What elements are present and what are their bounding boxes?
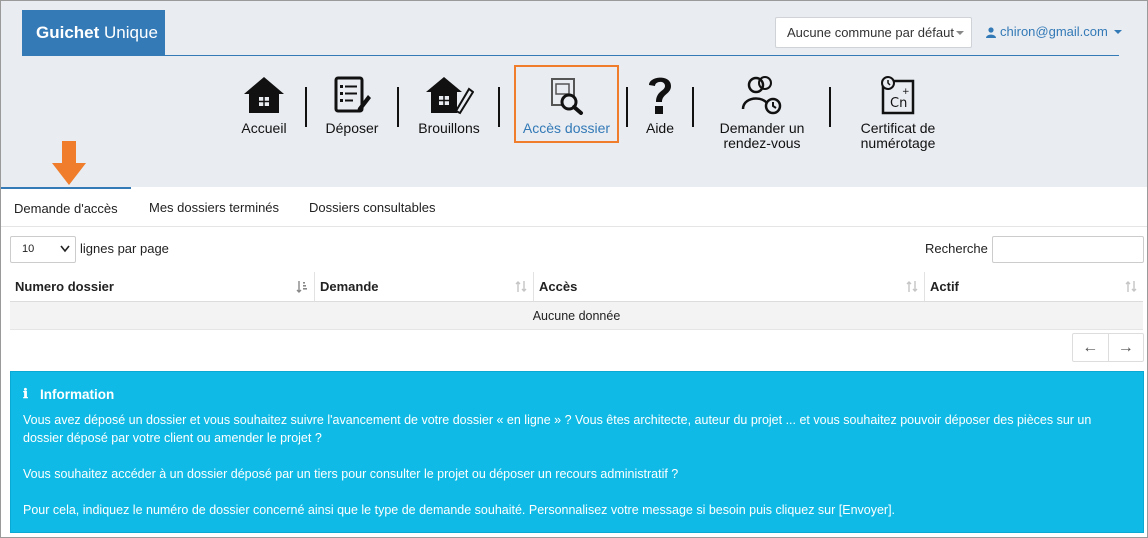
nav-separator <box>829 87 831 127</box>
info-title-text: Information <box>39 386 115 402</box>
nav-separator <box>305 87 307 127</box>
nav-label-line2: rendez-vous <box>723 135 801 151</box>
header-divider <box>22 55 1119 56</box>
page-length-select[interactable]: 10 <box>10 236 76 263</box>
column-header-label: Numero dossier <box>15 279 114 294</box>
nav-label: Aide <box>645 120 675 136</box>
user-icon <box>986 26 996 38</box>
nav-label-line1: Certificat de <box>860 120 936 136</box>
sort-both-icon <box>1125 281 1137 292</box>
house-pen-icon <box>426 77 474 115</box>
nav-deposer[interactable]: Déposer <box>323 71 381 136</box>
nav-separator <box>692 87 694 127</box>
nav-label: Brouillons <box>418 120 480 136</box>
caret-down-icon <box>956 31 964 35</box>
caret-down-icon <box>1113 30 1122 34</box>
question-mark-icon <box>649 77 671 114</box>
nav-acces-dossier[interactable]: Accès dossier <box>516 71 617 136</box>
sort-asc-icon <box>296 281 307 293</box>
nav-separator <box>397 87 399 127</box>
nav-accueil[interactable]: Accueil <box>239 71 289 136</box>
svg-text:+: + <box>902 87 910 97</box>
info-title: ℹ Information <box>23 386 1131 402</box>
commune-select[interactable]: Aucune commune par défaut <box>775 17 972 48</box>
info-paragraph-3: Pour cela, indiquez le numéro de dossier… <box>23 503 896 517</box>
nav-label: Déposer <box>325 120 379 136</box>
chevron-down-icon <box>60 245 70 253</box>
column-header-label: Accès <box>539 279 578 294</box>
folder-search-icon <box>550 78 583 115</box>
column-header-label: Actif <box>930 279 959 294</box>
column-header-actif[interactable]: Actif <box>925 272 1143 301</box>
user-email: chiron@gmail.com <box>1000 24 1108 39</box>
column-header-numero[interactable]: Numero dossier <box>10 272 315 301</box>
svg-text:Cn: Cn <box>890 96 907 111</box>
sort-both-icon <box>906 281 918 292</box>
orange-arrow-down-icon <box>52 141 86 185</box>
user-menu[interactable]: chiron@gmail.com <box>986 24 1122 40</box>
brand-rest: Unique <box>104 23 158 42</box>
prev-page-button[interactable]: ← <box>1073 334 1109 361</box>
pagination: ← → <box>1072 333 1144 362</box>
page-length-value: 10 <box>22 243 35 255</box>
column-header-acces[interactable]: Accès <box>534 272 925 301</box>
people-clock-icon <box>741 76 782 115</box>
table-header: Numero dossier Demande Accès Actif <box>10 272 1143 302</box>
tab-dossiers-consultables[interactable]: Dossiers consultables <box>296 187 448 227</box>
empty-table-row: Aucune donnée <box>10 302 1143 330</box>
info-paragraph-2: Vous souhaitez accéder à un dossier dépo… <box>23 467 679 481</box>
brand-bold: Guichet <box>36 23 100 42</box>
nav-label: Accès dossier <box>522 120 611 136</box>
search-label: Recherche <box>925 241 988 256</box>
column-header-label: Demande <box>320 279 379 294</box>
nav-label: Accueil <box>241 120 287 136</box>
commune-select-value: Aucune commune par défaut <box>787 25 954 40</box>
requests-table: Numero dossier Demande Accès Actif Aucun… <box>10 272 1143 330</box>
brand-logo[interactable]: Guichet Unique <box>22 10 165 55</box>
nav-label-line1: Demander un <box>719 120 805 136</box>
info-paragraph-1: Vous avez déposé un dossier et vous souh… <box>23 413 1092 445</box>
app-window: Guichet Unique Aucune commune par défaut… <box>0 0 1148 538</box>
nav-brouillons[interactable]: Brouillons <box>415 71 483 136</box>
page-length-label: lignes par page <box>80 241 169 256</box>
header-area: Guichet Unique Aucune commune par défaut… <box>1 1 1147 187</box>
search-input[interactable] <box>992 236 1144 263</box>
info-icon: ℹ <box>23 386 28 401</box>
column-header-demande[interactable]: Demande <box>315 272 534 301</box>
tab-bar: Demande d'accès Mes dossiers terminés Do… <box>1 187 1147 227</box>
tab-dossiers-termines[interactable]: Mes dossiers terminés <box>136 187 292 227</box>
house-icon <box>244 77 284 113</box>
certificate-cn-icon: Cn + <box>881 76 915 115</box>
nav-separator <box>626 87 628 127</box>
next-page-button[interactable]: → <box>1109 334 1144 361</box>
sort-both-icon <box>515 281 527 292</box>
nav-separator <box>498 87 500 127</box>
information-panel: ℹ Information Vous avez déposé un dossie… <box>10 371 1144 533</box>
nav-rendez-vous[interactable]: Demander un rendez-vous <box>712 71 812 151</box>
nav-certificat[interactable]: Cn + Certificat de numérotage <box>852 71 944 151</box>
form-edit-icon <box>334 76 371 113</box>
nav-aide[interactable]: Aide <box>641 71 679 136</box>
tab-demande-acces[interactable]: Demande d'accès <box>1 187 131 227</box>
nav-label-line2: numérotage <box>860 135 936 151</box>
